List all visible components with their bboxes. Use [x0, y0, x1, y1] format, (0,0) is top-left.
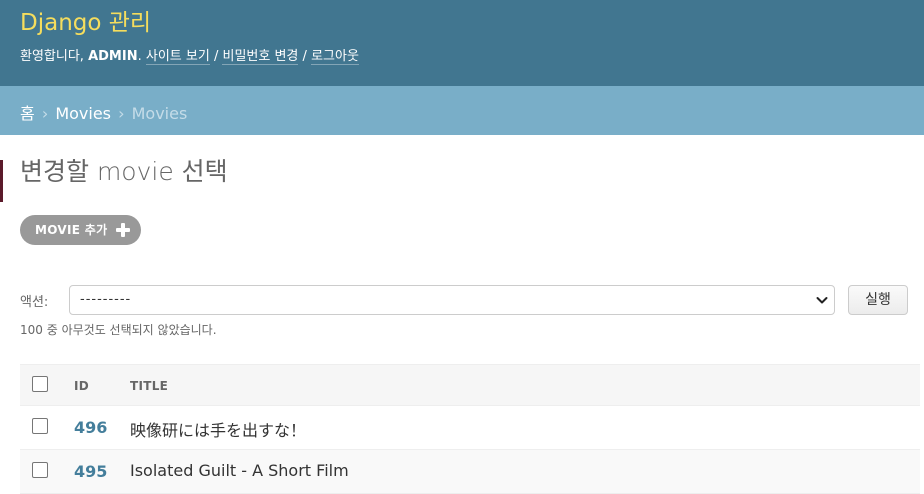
breadcrumb-separator: › [41, 104, 49, 123]
change-password-link[interactable]: 비밀번호 변경 [222, 49, 299, 65]
select-all-checkbox[interactable] [32, 376, 48, 392]
welcome-punctuation: . [137, 49, 142, 64]
username: ADMIN [88, 49, 138, 64]
header: Django 관리 환영합니다, ADMIN. 사이트 보기 / 비밀번호 변경… [0, 0, 924, 86]
table-row: 495 Isolated Guilt - A Short Film [20, 450, 920, 494]
table-row: 496 映像研には手を出すな！ [20, 406, 920, 450]
user-tools-separator: / [302, 49, 307, 64]
action-label: 액션: [20, 295, 49, 310]
column-header-id[interactable]: ID [74, 379, 89, 393]
breadcrumb-current: Movies [131, 104, 188, 123]
row-title: Isolated Guilt - A Short Film [130, 461, 349, 480]
add-movie-button[interactable]: MOVIE 추가 [20, 215, 142, 245]
table-header-row: ID TITLE [20, 364, 920, 406]
user-tools: 환영합니다, ADMIN. 사이트 보기 / 비밀번호 변경 / 로그아웃 [20, 45, 359, 65]
site-brand[interactable]: Django 관리 [20, 3, 151, 37]
breadcrumb: 홈 › Movies › Movies [0, 86, 924, 135]
add-movie-button-label: MOVIE 추가 [35, 223, 108, 237]
row-checkbox[interactable] [32, 462, 48, 478]
breadcrumb-home[interactable]: 홈 [20, 104, 35, 123]
row-id-link[interactable]: 496 [74, 418, 107, 437]
row-title: 映像研には手を出すな！ [130, 421, 307, 440]
chevron-down-icon [816, 297, 828, 304]
breadcrumb-separator: › [118, 104, 125, 123]
user-tools-separator: / [213, 49, 219, 64]
row-checkbox[interactable] [32, 418, 48, 434]
row-id-link[interactable]: 495 [74, 462, 107, 481]
run-action-button[interactable]: 실행 [848, 285, 908, 315]
action-select-value: --------- [80, 292, 132, 307]
breadcrumb-app[interactable]: Movies [55, 104, 111, 123]
logout-link[interactable]: 로그아웃 [311, 49, 359, 65]
plus-icon [116, 223, 131, 237]
action-select[interactable]: --------- [69, 285, 835, 315]
view-site-link[interactable]: 사이트 보기 [145, 49, 210, 65]
column-header-title[interactable]: TITLE [130, 379, 168, 393]
welcome-text: 환영합니다, [20, 49, 84, 64]
sidebar-edge [0, 160, 3, 202]
page-title: 변경할 movie 선택 [20, 157, 228, 186]
selection-counter: 100 중 아무것도 선택되지 않았습니다. [20, 323, 217, 337]
